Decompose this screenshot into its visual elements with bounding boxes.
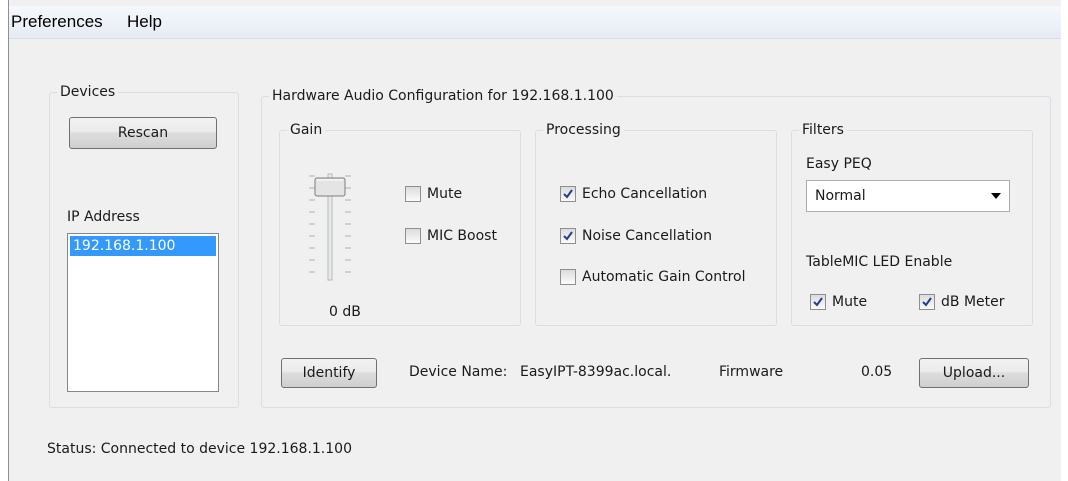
device-name-value: EasyIPT-8399ac.local. — [520, 364, 672, 380]
easy-peq-value: Normal — [815, 188, 866, 204]
status-text: Connected to device 192.168.1.100 — [100, 441, 352, 457]
ip-list-item[interactable]: 192.168.1.100 — [70, 236, 216, 256]
easy-peq-select[interactable]: Normal — [806, 180, 1010, 212]
led-db-meter-checkbox-box[interactable] — [919, 294, 935, 310]
ip-address-label: IP Address — [67, 209, 140, 225]
agc-checkbox[interactable]: Automatic Gain Control — [560, 269, 746, 285]
processing-group: Processing — [535, 122, 777, 326]
gain-value-label: 0 dB — [329, 304, 361, 320]
checkmark-icon — [922, 297, 932, 307]
menu-preferences[interactable]: Preferences — [11, 12, 103, 32]
checkmark-icon — [563, 189, 573, 199]
checkmark-icon — [813, 297, 823, 307]
mic-boost-checkbox[interactable]: MIC Boost — [405, 228, 497, 244]
upload-button[interactable]: Upload... — [919, 358, 1029, 388]
gain-legend: Gain — [290, 122, 323, 138]
processing-legend: Processing — [546, 122, 621, 138]
mute-label: Mute — [427, 186, 463, 202]
devices-legend: Devices — [60, 84, 116, 100]
echo-cancellation-label: Echo Cancellation — [582, 186, 708, 202]
mic-boost-label: MIC Boost — [427, 228, 497, 244]
chevron-down-icon[interactable] — [983, 192, 1009, 200]
agc-checkbox-box[interactable] — [560, 269, 576, 285]
main-window: Preferences Help Devices Rescan IP Addre… — [8, 0, 1061, 481]
mute-checkbox-box[interactable] — [405, 186, 421, 202]
device-name-label: Device Name: — [409, 364, 508, 380]
identify-button[interactable]: Identify — [281, 358, 377, 388]
agc-label: Automatic Gain Control — [582, 269, 746, 285]
led-db-meter-checkbox[interactable]: dB Meter — [919, 294, 1005, 310]
noise-cancellation-checkbox[interactable]: Noise Cancellation — [560, 228, 712, 244]
easy-peq-label: Easy PEQ — [806, 156, 872, 172]
noise-cancellation-label: Noise Cancellation — [582, 228, 712, 244]
menu-help[interactable]: Help — [127, 12, 162, 32]
gain-slider-thumb — [314, 177, 346, 197]
checkmark-icon — [563, 231, 573, 241]
hardware-config-legend: Hardware Audio Configuration for 192.168… — [272, 88, 614, 104]
status-label: Status: — [47, 441, 97, 457]
rescan-button[interactable]: Rescan — [69, 117, 217, 149]
gain-slider[interactable] — [299, 168, 363, 286]
led-db-meter-label: dB Meter — [941, 294, 1005, 310]
noise-cancellation-checkbox-box[interactable] — [560, 228, 576, 244]
mute-checkbox[interactable]: Mute — [405, 186, 462, 202]
led-mute-checkbox-box[interactable] — [810, 294, 826, 310]
firmware-value: 0.05 — [861, 364, 893, 380]
filters-legend: Filters — [802, 122, 844, 138]
echo-cancellation-checkbox[interactable]: Echo Cancellation — [560, 186, 707, 202]
status-bar: Status: Connected to device 192.168.1.10… — [47, 441, 352, 457]
ip-address-list[interactable]: 192.168.1.100 — [67, 233, 219, 392]
mic-boost-checkbox-box[interactable] — [405, 228, 421, 244]
firmware-label: Firmware — [719, 364, 784, 380]
led-mute-checkbox[interactable]: Mute — [810, 294, 867, 310]
tablemic-led-label: TableMIC LED Enable — [806, 254, 953, 270]
menu-bar: Preferences Help — [9, 6, 1061, 39]
echo-cancellation-checkbox-box[interactable] — [560, 186, 576, 202]
led-mute-label: Mute — [832, 294, 868, 310]
